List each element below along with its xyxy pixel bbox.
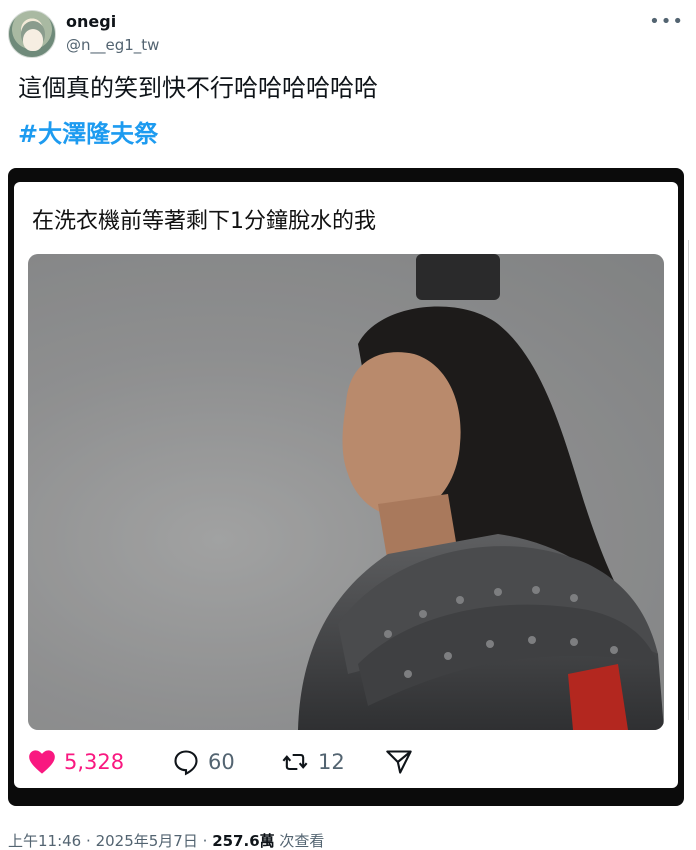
embedded-post-card: 在洗衣機前等著剩下1分鐘脫水的我 5,328 60 12 [14, 182, 678, 788]
tweet-text: 這個真的笑到快不行哈哈哈哈哈哈 [18, 74, 378, 102]
share-button[interactable] [384, 746, 414, 778]
more-horizontal-icon[interactable]: ••• [649, 13, 684, 31]
display-name[interactable]: onegi [66, 12, 116, 31]
view-count: 257.6萬 [212, 832, 275, 850]
view-label: 次查看 [279, 832, 325, 850]
post-meta: 上午11:46 · 2025年5月7日 · 257.6萬 次查看 [8, 830, 324, 850]
repost-icon [282, 753, 308, 771]
embedded-post-screenshot[interactable]: 在洗衣機前等著剩下1分鐘脫水的我 5,328 60 12 [8, 168, 684, 806]
reply-count: 60 [208, 750, 235, 774]
post-date[interactable]: 2025年5月7日 [96, 832, 198, 850]
repost-count: 12 [318, 750, 345, 774]
share-icon [386, 750, 412, 774]
user-handle[interactable]: @n__eg1_tw [66, 36, 159, 54]
avatar[interactable] [8, 10, 56, 58]
portrait-illustration [28, 254, 664, 730]
repost-button[interactable]: 12 [280, 746, 345, 778]
heart-icon [29, 750, 55, 774]
post-time[interactable]: 上午11:46 [8, 832, 81, 850]
hashtag-link[interactable]: #大澤隆夫祭 [18, 118, 158, 150]
engagement-bar: 5,328 60 12 [28, 742, 664, 782]
meta-separator-2: · [202, 832, 208, 850]
reply-button[interactable]: 60 [172, 746, 235, 778]
like-button[interactable]: 5,328 [28, 746, 124, 778]
embedded-caption: 在洗衣機前等著剩下1分鐘脫水的我 [32, 209, 376, 234]
post-photo[interactable] [28, 254, 664, 730]
comment-icon [174, 750, 198, 776]
meta-separator: · [86, 832, 91, 850]
like-count: 5,328 [64, 750, 125, 774]
scrollbar-edge [688, 240, 696, 720]
